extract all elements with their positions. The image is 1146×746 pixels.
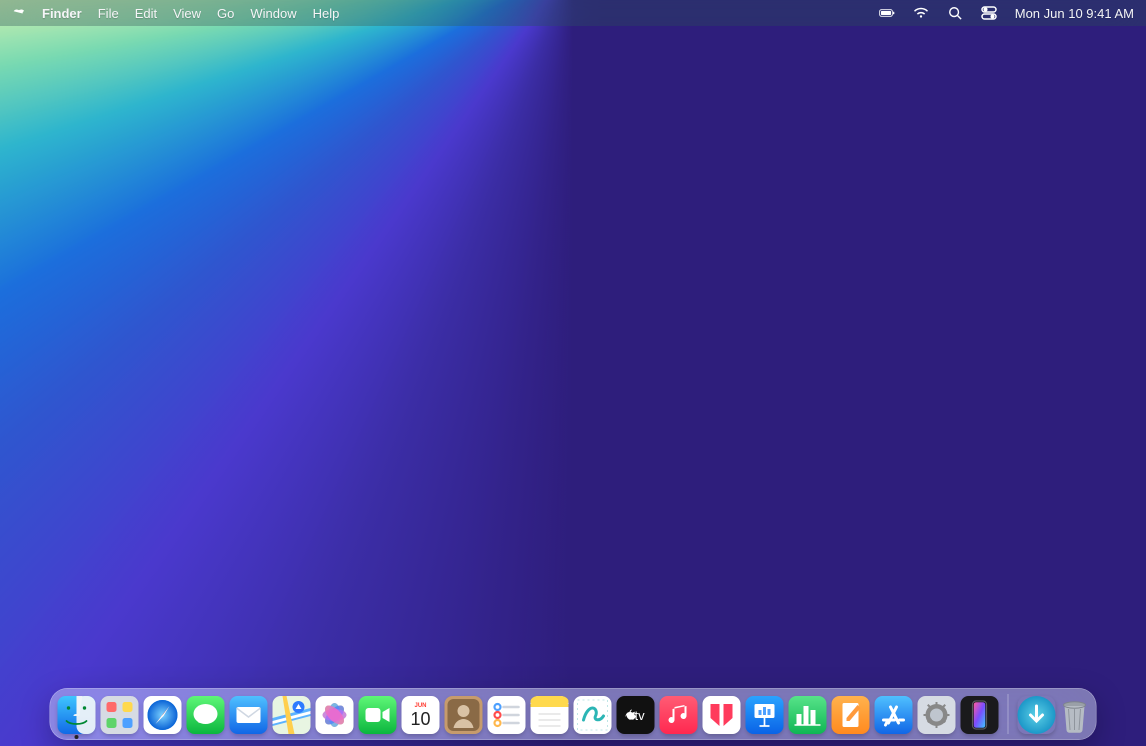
wifi-icon[interactable] — [913, 6, 929, 20]
dock-trash[interactable] — [1061, 700, 1089, 734]
svg-text:tv: tv — [635, 708, 646, 723]
dock-app-numbers[interactable] — [789, 696, 827, 734]
battery-icon[interactable] — [879, 6, 895, 20]
menu-view[interactable]: View — [173, 6, 201, 21]
control-center-icon[interactable] — [981, 6, 997, 20]
menu-bar: Finder File Edit View Go Window Help Mon… — [0, 0, 1146, 26]
dock-app-tv[interactable]: tv — [617, 696, 655, 734]
dock-app-safari[interactable] — [144, 696, 182, 734]
menu-window[interactable]: Window — [250, 6, 296, 21]
dock-app-appstore[interactable] — [875, 696, 913, 734]
spotlight-icon[interactable] — [947, 6, 963, 20]
dock: JUN 10 tv — [50, 688, 1097, 740]
dock-app-finder[interactable] — [58, 696, 96, 734]
apple-menu-icon[interactable] — [12, 6, 26, 20]
dock-app-keynote[interactable] — [746, 696, 784, 734]
dock-app-contacts[interactable] — [445, 696, 483, 734]
dock-separator — [1008, 694, 1009, 734]
menubar-clock[interactable]: Mon Jun 10 9:41 AM — [1015, 6, 1134, 21]
calendar-day-label: 10 — [410, 709, 430, 730]
dock-app-reminders[interactable] — [488, 696, 526, 734]
dock-app-messages[interactable] — [187, 696, 225, 734]
dock-app-music[interactable] — [660, 696, 698, 734]
menu-edit[interactable]: Edit — [135, 6, 157, 21]
dock-app-calendar[interactable]: JUN 10 — [402, 696, 440, 734]
menu-app-name[interactable]: Finder — [42, 6, 82, 21]
menu-help[interactable]: Help — [313, 6, 340, 21]
dock-app-mail[interactable] — [230, 696, 268, 734]
running-indicator — [75, 735, 79, 739]
dock-app-notes[interactable] — [531, 696, 569, 734]
dock-app-iphone-mirroring[interactable] — [961, 696, 999, 734]
menu-file[interactable]: File — [98, 6, 119, 21]
dock-app-news[interactable] — [703, 696, 741, 734]
dock-stack-downloads[interactable] — [1018, 696, 1056, 734]
dock-app-launchpad[interactable] — [101, 696, 139, 734]
dock-app-photos[interactable] — [316, 696, 354, 734]
menu-go[interactable]: Go — [217, 6, 234, 21]
dock-app-maps[interactable] — [273, 696, 311, 734]
dock-app-freeform[interactable] — [574, 696, 612, 734]
dock-app-system-settings[interactable] — [918, 696, 956, 734]
dock-app-pages[interactable] — [832, 696, 870, 734]
desktop-wallpaper[interactable] — [0, 0, 1146, 746]
dock-app-facetime[interactable] — [359, 696, 397, 734]
